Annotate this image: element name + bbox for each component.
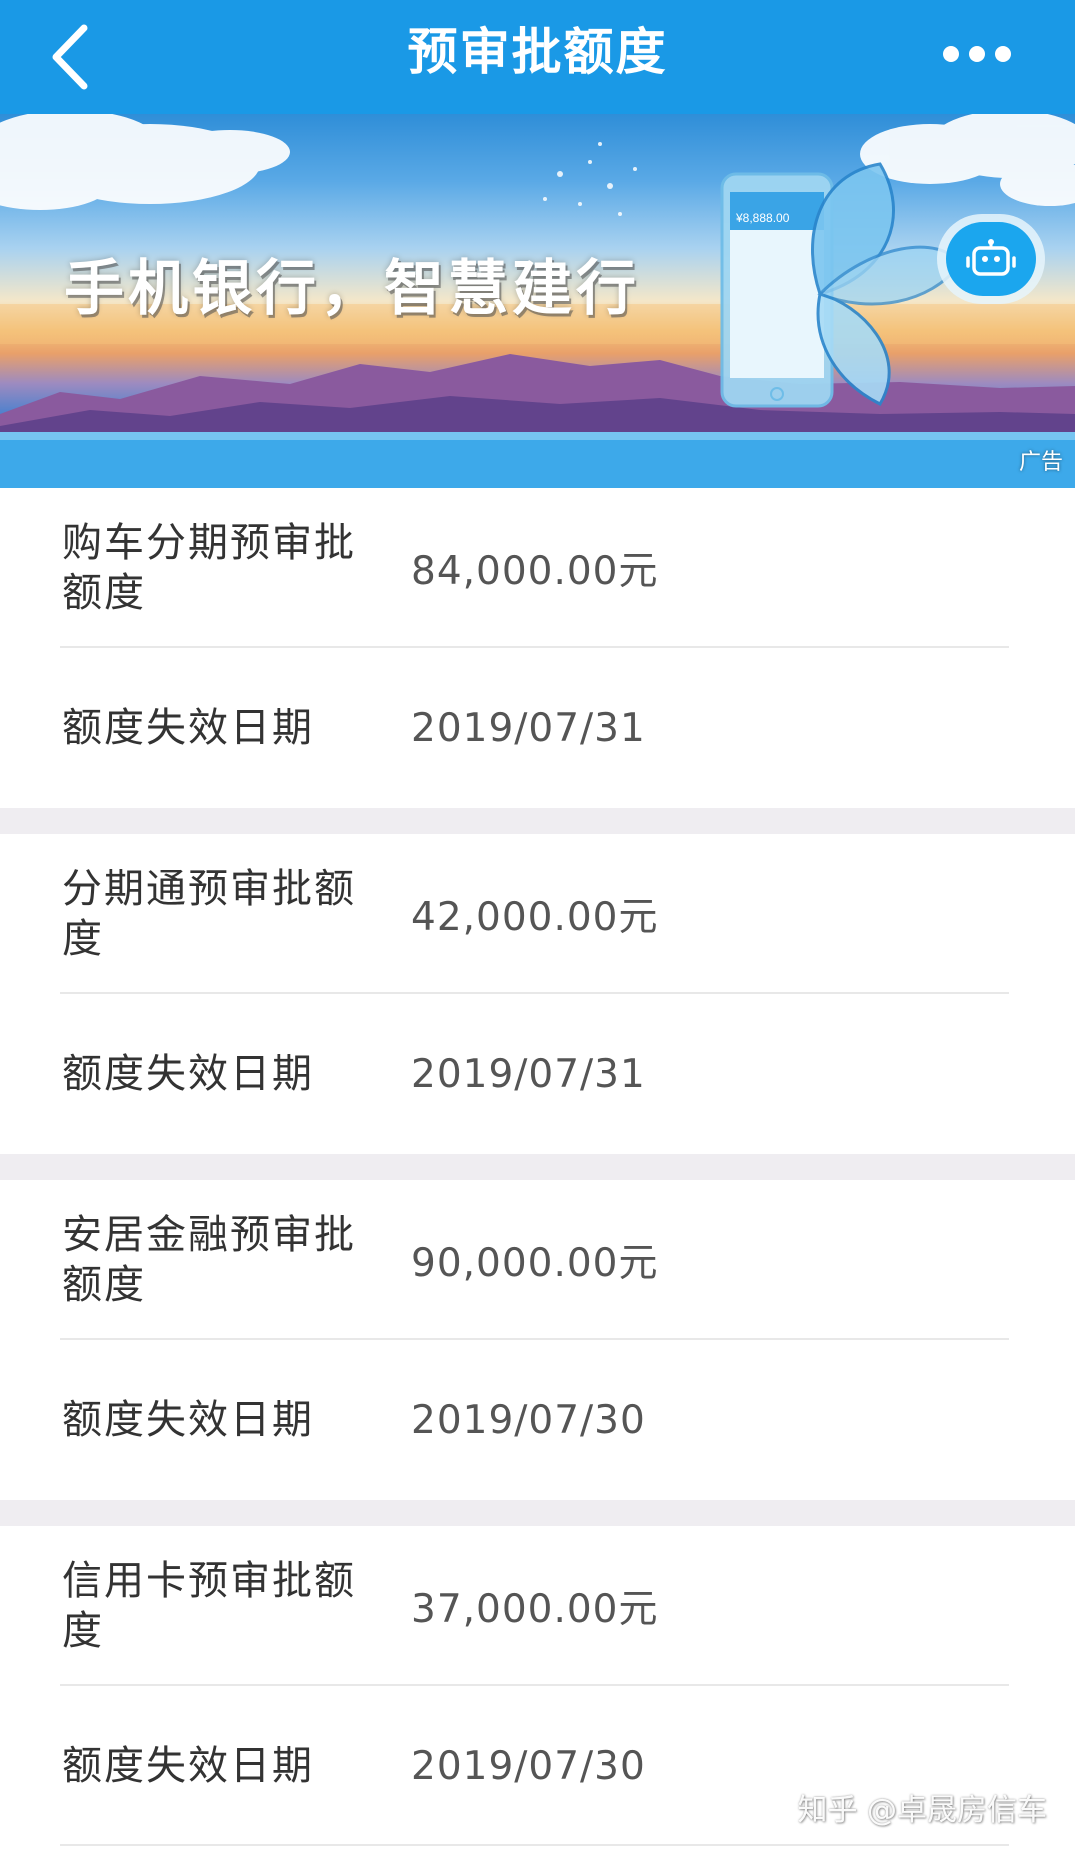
section-gap [0,1500,1075,1526]
expiry-date: 2019/07/31 [411,705,646,751]
row-divider [60,1844,1009,1846]
phone-amount: ¥8,888.00 [735,211,790,225]
expiry-date: 2019/07/30 [411,1743,646,1789]
quota-amount: 84,000.00元 [411,549,659,594]
quota-amount-row: 购车分期预审批额度 84,000.00元 [0,488,1075,648]
banner-slogan: 手机银行，智慧建行 [64,254,640,324]
quota-amount-row: 分期通预审批额度 42,000.00元 [0,834,1075,994]
quota-card: 购车分期预审批额度 84,000.00元 额度失效日期 2019/07/31 [0,488,1075,808]
expiry-label: 额度失效日期 [62,1051,314,1097]
quota-label: 购车分期预审批额度 [62,520,356,616]
section-gap [0,1154,1075,1180]
expiry-label: 额度失效日期 [62,1743,314,1789]
quota-card: 安居金融预审批额度 90,000.00元 额度失效日期 2019/07/30 [0,1180,1075,1500]
quota-expiry-row: 额度失效日期 2019/07/31 [0,648,1075,808]
quota-list: 购车分期预审批额度 84,000.00元 额度失效日期 2019/07/31 分… [0,488,1075,1846]
quota-label: 信用卡预审批额度 [62,1558,356,1654]
page-title: 预审批额度 [407,23,668,81]
ad-banner[interactable]: ¥8,888.00 手机银行，智慧建行 广告 [0,114,1075,488]
ad-label: 广告 [1018,450,1063,475]
watermark-text: 知乎 @卓晟房信车 [797,1793,1047,1828]
expiry-date: 2019/07/30 [411,1397,646,1443]
quota-amount: 42,000.00元 [411,895,659,940]
top-nav-bar: 预审批额度 [0,0,1075,114]
quota-expiry-row: 额度失效日期 2019/07/30 [0,1340,1075,1500]
more-dots-icon [943,46,1011,62]
expiry-date: 2019/07/31 [411,1051,646,1097]
quota-amount-row: 安居金融预审批额度 90,000.00元 [0,1180,1075,1340]
quota-amount: 90,000.00元 [411,1241,659,1286]
quota-label: 分期通预审批额度 [62,866,356,962]
quota-amount-row: 信用卡预审批额度 37,000.00元 [0,1526,1075,1686]
more-button[interactable] [937,26,1017,82]
assistant-robot-button[interactable] [937,214,1045,304]
quota-expiry-row: 额度失效日期 2019/07/31 [0,994,1075,1154]
expiry-label: 额度失效日期 [62,705,314,751]
quota-label: 安居金融预审批额度 [62,1212,356,1308]
expiry-label: 额度失效日期 [62,1397,314,1443]
section-gap [0,808,1075,834]
robot-icon [966,239,1016,276]
quota-card: 分期通预审批额度 42,000.00元 额度失效日期 2019/07/31 [0,834,1075,1154]
quota-amount: 37,000.00元 [411,1587,659,1632]
